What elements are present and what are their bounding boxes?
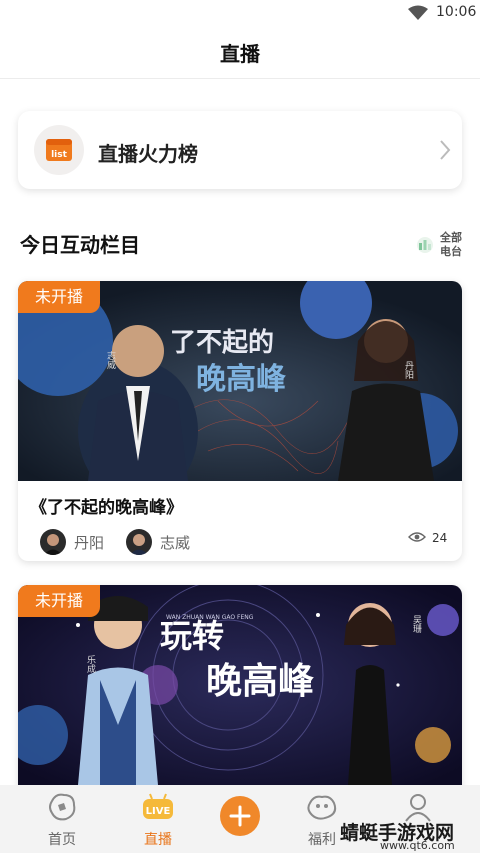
all-stations-button[interactable]: 全部 电台 [416,231,466,261]
svg-text:list: list [51,150,68,160]
all-stations-label-2: 电台 [440,245,462,258]
host-name: 丹阳 [74,534,105,552]
home-icon [49,793,76,821]
page-title: 直播 [220,42,260,66]
banner-title-line2: 晚高峰 [206,661,314,702]
stations-icon [417,237,433,253]
avatar [40,529,66,555]
tab-label: 直播 [144,832,172,848]
status-badge: 未开播 [18,585,100,617]
program-card[interactable]: 志威 丹阳 了不起的 晚高峰 未开播 《了不起的晚高峰》 丹阳 志威 24 [18,281,462,561]
banner-host-right: 吴珊 [411,615,422,634]
clock: 10:06 [436,4,477,20]
banner-letters: WAN ZHUAN WAN GAO FENG [166,614,254,621]
banner-title-line1: 玩转 [160,617,224,655]
banner-host-left: 志威 [105,350,116,370]
chevron-right-icon [440,140,451,160]
list-icon: list [34,125,84,175]
live-icon: LIVE [143,793,173,819]
view-count-value: 24 [432,531,448,545]
all-stations-label-1: 全部 [440,231,462,244]
tab-home[interactable]: 首页 [22,785,102,853]
live-ranking-card[interactable]: list 直播火力榜 [18,111,462,189]
live-badge-text: LIVE [146,806,171,817]
wifi-icon [408,5,428,20]
watermark-url: www.qt6.com [380,839,455,852]
section-title: 今日互动栏目 [20,233,140,257]
live-ranking-label: 直播火力榜 [98,142,198,166]
banner-title-line1: 了不起的 [170,327,274,358]
avatar [126,529,152,555]
banner-host-left: 乐成 [85,654,96,674]
gift-icon [307,795,337,820]
header-divider [0,78,480,79]
status-bar: 10:06 [0,0,480,26]
tab-label: 首页 [48,832,76,848]
program-title: 《了不起的晚高峰》 [30,498,183,518]
banner-host-right: 丹阳 [403,361,414,379]
banner-title-line2: 晚高峰 [196,362,286,397]
add-button[interactable] [220,796,260,836]
plus-icon [229,805,251,827]
status-badge: 未开播 [18,281,100,313]
eye-icon [408,532,426,542]
host-name: 志威 [160,534,191,552]
tab-live[interactable]: LIVE 直播 [118,785,198,853]
